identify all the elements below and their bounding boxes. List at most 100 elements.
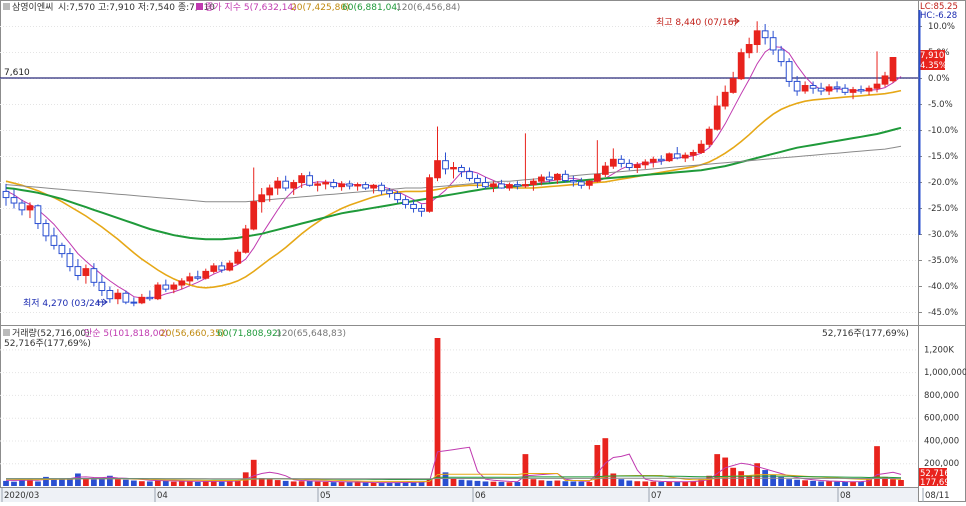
volume-ma20-label: 20(56,660,35): [160, 329, 224, 339]
volume-bar: [315, 482, 321, 486]
candle-body: [714, 106, 720, 129]
candle-body: [275, 181, 281, 188]
candle-body: [355, 185, 361, 186]
candle-body: [179, 281, 185, 285]
volume-bar: [83, 479, 89, 486]
candle-body: [251, 202, 257, 229]
volume-bar: [515, 482, 521, 486]
volume-bar: [834, 482, 840, 486]
last-price: 7,910: [920, 51, 944, 61]
volume-bar: [642, 481, 648, 486]
low-annotation-text: 최저 4,270 (03/24): [23, 298, 104, 309]
candle-body: [371, 185, 377, 188]
candle-body: [35, 206, 41, 224]
volume-bar: [435, 338, 441, 486]
candle-body: [610, 159, 616, 166]
candle-body: [515, 185, 521, 186]
volume-bar: [19, 480, 25, 486]
candle-body: [11, 198, 17, 203]
candle-body: [163, 285, 169, 289]
candle-body: [363, 185, 369, 188]
volume-bar: [706, 476, 712, 486]
candle-body: [227, 263, 233, 270]
legend-ma5: 종가 지수 5(7,632,14): [205, 2, 297, 13]
x-axis-label: 07: [651, 491, 662, 501]
candle-body: [578, 182, 584, 185]
volume-bar: [714, 454, 720, 486]
volume-bar: [802, 480, 808, 486]
stock-name: 삼영이엔씨: [12, 2, 53, 13]
volume-bar: [618, 479, 624, 486]
price-tick-label: -45.0%: [928, 308, 958, 318]
candle-body: [890, 58, 896, 81]
volume-ma60-label: 60(71,808,92): [217, 329, 281, 339]
volume-bar: [379, 483, 385, 486]
stock-chart-window: 10.0%5.0%0.0%-5.0%-10.0%-15.0%-20.0%-25.…: [0, 0, 966, 502]
volume-right-value: 52,716주(177,69%): [822, 328, 909, 339]
volume-bar: [810, 481, 816, 486]
candle-body: [131, 302, 137, 303]
price-tick-label: -40.0%: [928, 282, 958, 292]
candle-body: [123, 293, 129, 302]
candle-body: [19, 203, 25, 210]
volume-bar: [267, 479, 273, 486]
volume-bar: [586, 482, 592, 486]
candle: [706, 127, 712, 147]
candle: [666, 152, 672, 162]
volume-bar: [91, 479, 97, 486]
volume-bar: [139, 481, 145, 486]
price-legend: 삼영이엔씨 시:7,570 고:7,910 저:7,540 종:7,910 종가…: [3, 2, 460, 13]
volume-bar: [578, 482, 584, 486]
volume-tick-label: 600,000: [924, 414, 959, 424]
volume-bar: [722, 458, 728, 486]
candle-body: [602, 166, 608, 174]
volume-bar: [203, 481, 209, 486]
volume-bar: [746, 476, 752, 486]
candle-body: [243, 229, 249, 252]
chart-canvas[interactable]: 10.0%5.0%0.0%-5.0%-10.0%-15.0%-20.0%-25.…: [0, 0, 966, 502]
price-tick-label: 10.0%: [928, 22, 955, 32]
volume-bar: [3, 481, 9, 486]
volume-bar: [650, 482, 656, 486]
candle-body: [778, 50, 784, 62]
price-tick-label: -15.0%: [928, 152, 958, 162]
candle-body: [706, 129, 712, 144]
candle-body: [762, 31, 768, 38]
volume-bar: [898, 480, 904, 486]
candle-body: [499, 184, 505, 188]
volume-bar: [459, 480, 465, 486]
candle: [155, 282, 161, 300]
volume-bar: [682, 482, 688, 486]
candle-body: [626, 163, 632, 167]
volume-bar: [323, 482, 329, 486]
candle-body: [794, 81, 800, 91]
candle-body: [562, 174, 568, 180]
candle-body: [379, 185, 385, 190]
volume-bar: [171, 482, 177, 486]
candle-body: [259, 195, 265, 202]
volume-tick-label: 400,000: [924, 436, 959, 446]
volume-bar: [491, 482, 497, 486]
x-axis-label: 06: [475, 491, 486, 501]
volume-tick-label: 1,000,000: [924, 368, 966, 378]
candle-body: [459, 168, 465, 172]
volume-bar: [547, 481, 553, 486]
volume-bar: [219, 482, 225, 486]
candle-body: [634, 165, 640, 168]
price-tick-label: -5.0%: [928, 100, 953, 110]
candle-body: [682, 155, 688, 158]
candle-body: [618, 159, 624, 163]
volume-bar: [75, 473, 81, 486]
candle-body: [147, 297, 153, 298]
volume-bar: [347, 482, 353, 486]
volume-bar: [363, 483, 369, 486]
price-tick-label: -10.0%: [928, 126, 958, 136]
candle-body: [83, 269, 89, 276]
candle-body: [403, 200, 409, 205]
candle-body: [419, 209, 425, 212]
volume-bar: [339, 482, 345, 486]
volume-tick-label: 800,000: [924, 391, 959, 401]
candle-body: [219, 266, 225, 270]
candle-body: [171, 285, 177, 289]
candle-body: [307, 176, 313, 186]
